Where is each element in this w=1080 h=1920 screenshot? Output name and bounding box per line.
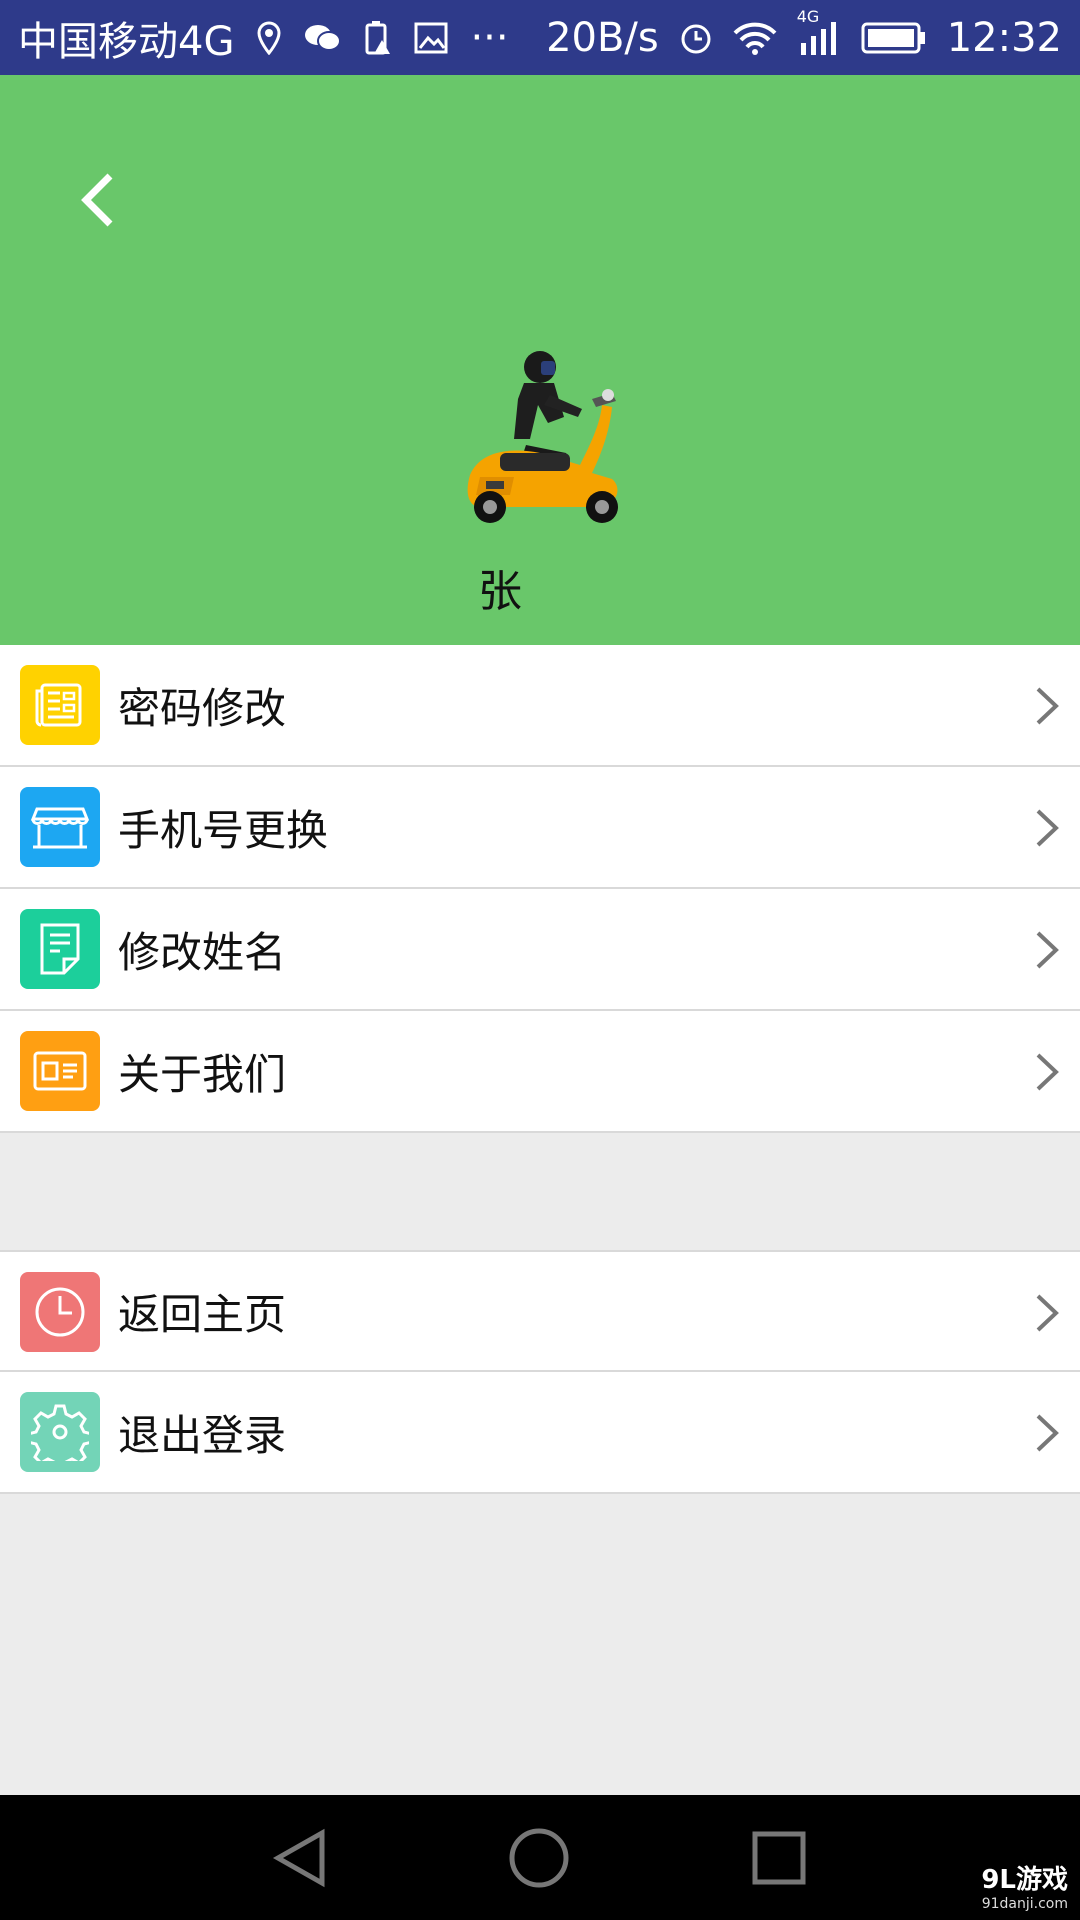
menu-item-label: 返回主页 [118,1289,287,1339]
menu-item-change-name[interactable]: 修改姓名 [0,889,1080,1011]
nav-back-button[interactable] [268,1825,334,1891]
chevron-right-icon [1036,809,1059,847]
wechat-icon [304,22,342,54]
carrier-label: 中国移动4G [18,18,235,65]
back-button[interactable] [70,170,130,230]
menu-item-change-password[interactable]: 密码修改 [0,645,1080,767]
menu-item-label: 密码修改 [118,683,287,733]
gear-icon [20,1392,100,1472]
chevron-right-icon [1036,1294,1059,1332]
chevron-right-icon [1036,687,1059,725]
scooter-rider-icon [467,351,618,523]
menu-item-back-home[interactable]: 返回主页 [0,1250,1080,1372]
navigation-bar: 9L游戏 91danji.com [0,1795,1080,1920]
newspaper-icon [20,665,100,745]
menu-item-label: 退出登录 [118,1410,287,1460]
battery-icon [861,21,927,55]
menu-item-logout[interactable]: 退出登录 [0,1372,1080,1494]
user-name: 张 [478,566,522,617]
chevron-right-icon [1036,1414,1059,1452]
clock-icon [20,1272,100,1352]
watermark-domain: 91danji.com [981,1896,1068,1912]
settings-menu: 密码修改 手机号更换 修改姓名 关于我们 [0,645,1080,1133]
more-notifications: ··· [470,14,509,61]
clock-time: 12:32 [946,14,1062,61]
status-bar: 中国移动4G ··· 20B/s 4G 12:32 [0,0,1080,75]
back-arrow-icon [81,173,113,227]
menu-item-about-us[interactable]: 关于我们 [0,1011,1080,1133]
menu-item-change-phone[interactable]: 手机号更换 [0,767,1080,889]
watermark-logo: 9L游戏 [981,1865,1068,1895]
signal-icon: 4G [797,7,841,55]
network-type: 4G [796,6,820,26]
menu-item-label: 修改姓名 [118,927,287,977]
alarm-icon [679,21,713,55]
menu-item-label: 关于我们 [118,1049,287,1099]
profile-header: 张 [0,75,1080,645]
watermark: 9L游戏 91danji.com [981,1859,1068,1912]
id-card-icon [20,1031,100,1111]
circle-home-icon [509,1828,569,1888]
image-icon [414,22,448,54]
chevron-right-icon [1036,931,1059,969]
net-speed: 20B/s [546,14,659,61]
storefront-icon [20,787,100,867]
chevron-right-icon [1036,1053,1059,1091]
triangle-back-icon [272,1828,325,1888]
location-icon [256,20,282,55]
battery-warning-icon [364,20,392,56]
avatar[interactable] [440,345,640,530]
wifi-icon [733,21,777,55]
menu-item-label: 手机号更换 [118,805,329,855]
square-recent-icon [752,1831,806,1885]
account-menu: 返回主页 退出登录 [0,1250,1080,1494]
nav-home-button[interactable] [506,1825,572,1891]
document-icon [20,909,100,989]
nav-recent-button[interactable] [746,1825,812,1891]
